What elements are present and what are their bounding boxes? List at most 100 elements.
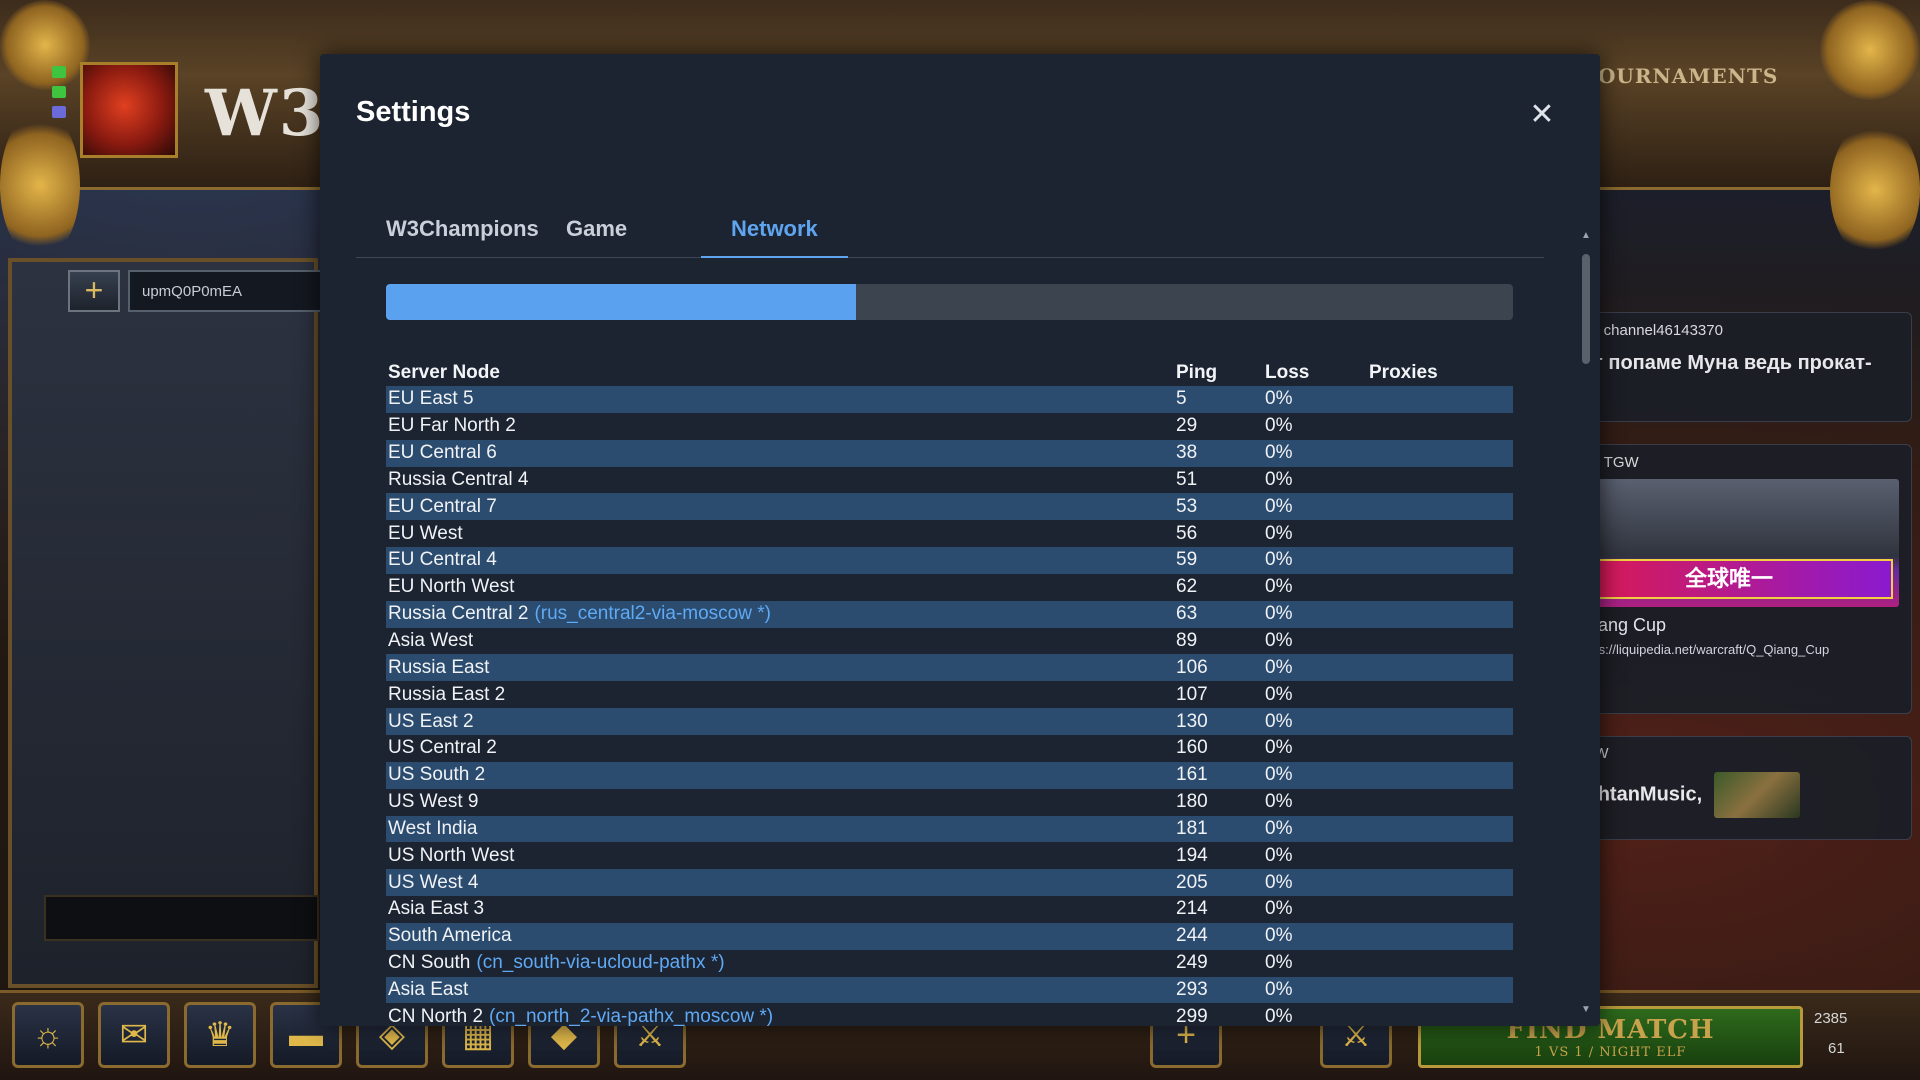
link-preview-url[interactable]: https://liquipedia.net/warcraft/Q_Qiang_…	[1547, 636, 1911, 667]
loss-cell: 0%	[1265, 415, 1293, 437]
chat-message-text: этот попаме Муна ведь прокат-ил?	[1561, 352, 1872, 402]
proxies-cell	[1367, 708, 1513, 735]
server-node-cell: Russia East	[386, 654, 1174, 682]
table-row[interactable]: South America 244 0%	[386, 922, 1513, 950]
tab-network[interactable]: Network	[701, 200, 848, 258]
server-node-cell: US West 9	[386, 789, 1174, 816]
server-node-name: US South 2	[388, 764, 486, 786]
ping-cell: 89	[1176, 630, 1198, 652]
stat-bottom: 61	[1828, 1040, 1845, 1057]
loss-cell: 0%	[1265, 737, 1293, 759]
chat-message-card: G TGW KashtanMusic,	[1546, 736, 1912, 840]
table-row[interactable]: US East 2 130 0%	[386, 708, 1513, 735]
progress-fill	[386, 284, 856, 320]
server-node-name: Asia West	[388, 630, 474, 652]
server-node-name: EU North West	[388, 576, 515, 598]
ping-cell: 161	[1174, 761, 1263, 789]
table-row[interactable]: US Central 2 160 0%	[386, 735, 1513, 762]
friend-search-input[interactable]: upmQ0P0mEA	[128, 270, 328, 312]
table-row[interactable]: EU Far North 2 29 0%	[386, 413, 1513, 440]
server-node-cell: US Central 2	[386, 735, 1174, 762]
chat-input-bar[interactable]	[44, 895, 319, 941]
table-row[interactable]: US North West 194 0%	[386, 842, 1513, 869]
table-row[interactable]: US South 2 161 0%	[386, 761, 1513, 789]
add-friend-button[interactable]: +	[68, 270, 120, 312]
loss-cell: 0%	[1263, 439, 1367, 467]
close-icon[interactable]: ✕	[1526, 100, 1558, 132]
settings-gear-icon[interactable]: ☼	[12, 1002, 84, 1068]
server-node-name: EU Central 4	[388, 549, 497, 571]
server-node-name: Asia East 3	[388, 898, 485, 920]
proxies-cell	[1367, 1003, 1513, 1026]
modal-scrollbar[interactable]: ▲ ▼	[1580, 174, 1592, 1016]
table-row[interactable]: EU West 56 0%	[386, 520, 1513, 547]
loss-cell: 0%	[1263, 654, 1367, 682]
server-node-cell: US West 4	[386, 869, 1174, 897]
table-row[interactable]: Asia West 89 0%	[386, 628, 1513, 655]
table-row[interactable]: Russia East 106 0%	[386, 654, 1513, 682]
server-node-name: US Central 2	[388, 737, 497, 759]
crown-icon[interactable]: ♛	[184, 1002, 256, 1068]
server-node-cell: Russia Central 4	[386, 467, 1174, 494]
ping-cell: 205	[1174, 869, 1263, 897]
chat-username[interactable]: TGW	[1604, 454, 1639, 471]
proxy-route-link[interactable]: (rus_central2-via-moscow *)	[534, 603, 771, 624]
proxies-cell	[1367, 547, 1513, 574]
proxies-cell	[1367, 761, 1513, 789]
table-row[interactable]: Russia East 2 107 0%	[386, 681, 1513, 708]
settings-modal: Settings ✕ W3Champions Game Network Serv…	[320, 54, 1600, 1026]
server-node-cell: EU North West	[386, 574, 1174, 601]
table-row[interactable]: EU Central 4 59 0%	[386, 547, 1513, 574]
tournaments-tab[interactable]: OURNAMENTS	[1598, 64, 1778, 88]
loss-cell: 0%	[1263, 815, 1367, 843]
server-node-name: Russia Central 2	[388, 603, 529, 625]
chat-icon[interactable]: ✉	[98, 1002, 170, 1068]
table-row[interactable]: Russia Central 4 51 0%	[386, 467, 1513, 494]
ping-cell: 62	[1176, 576, 1198, 598]
loss-cell: 0%	[1265, 898, 1293, 920]
loss-cell: 0%	[1265, 1005, 1293, 1026]
proxies-cell	[1367, 439, 1513, 467]
scroll-up-icon[interactable]: ▲	[1580, 230, 1592, 242]
table-row[interactable]: EU Central 6 38 0%	[386, 439, 1513, 467]
tab-game[interactable]: Game	[536, 200, 657, 258]
header-proxies[interactable]: Proxies	[1367, 354, 1513, 386]
proxies-cell	[1367, 869, 1513, 897]
chat-image[interactable]: 全球唯一	[1559, 479, 1899, 607]
emote-image	[1713, 772, 1800, 818]
table-row[interactable]: CN South (cn_south-via-ucloud-pathx *) 249…	[386, 950, 1513, 977]
scroll-down-icon[interactable]: ▼	[1580, 1004, 1592, 1016]
header-loss[interactable]: Loss	[1263, 354, 1367, 386]
table-row[interactable]: US West 4 205 0%	[386, 869, 1513, 897]
table-row[interactable]: US West 9 180 0%	[386, 789, 1513, 816]
server-node-cell: Russia Central 2 (rus_central2-via-moscow…	[386, 600, 1174, 628]
header-server-node[interactable]: Server Node	[386, 354, 1174, 386]
server-node-cell: Russia East 2	[386, 681, 1174, 708]
scroll-thumb[interactable]	[1582, 254, 1590, 364]
ping-cell: 181	[1174, 815, 1263, 843]
server-node-cell: CN South (cn_south-via-ucloud-pathx *)	[386, 950, 1174, 977]
ping-cell: 53	[1174, 493, 1263, 521]
table-row[interactable]: Russia Central 2 (rus_central2-via-moscow…	[386, 600, 1513, 628]
link-preview-title[interactable]: Q Qiang Cup	[1547, 607, 1911, 636]
proxy-route-link[interactable]: (cn_north_2-via-pathx_moscow *)	[489, 1006, 773, 1026]
proxy-route-link[interactable]: (cn_south-via-ucloud-pathx *)	[476, 952, 724, 973]
table-row[interactable]: EU Central 7 53 0%	[386, 493, 1513, 521]
table-row[interactable]: EU East 5 5 0%	[386, 386, 1513, 413]
server-node-name: EU Central 7	[388, 495, 497, 517]
server-node-name: CN South	[388, 952, 471, 974]
server-node-cell: US South 2	[386, 761, 1174, 789]
avatar[interactable]	[80, 62, 178, 158]
table-row[interactable]: EU North West 62 0%	[386, 574, 1513, 601]
network-progress-bar	[386, 284, 1513, 320]
ping-cell: 249	[1176, 952, 1208, 974]
table-row[interactable]: Asia East 3 214 0%	[386, 896, 1513, 923]
header-ping[interactable]: Ping	[1174, 354, 1263, 386]
loss-cell: 0%	[1265, 791, 1293, 813]
table-row[interactable]: Asia East 293 0%	[386, 976, 1513, 1004]
server-node-name: South America	[388, 925, 512, 947]
loss-cell: 0%	[1265, 630, 1293, 652]
chat-username[interactable]: channel46143370	[1604, 322, 1723, 339]
table-row[interactable]: West India 181 0%	[386, 815, 1513, 843]
table-row[interactable]: CN North 2 (cn_north_2-via-pathx_moscow *…	[386, 1003, 1513, 1026]
